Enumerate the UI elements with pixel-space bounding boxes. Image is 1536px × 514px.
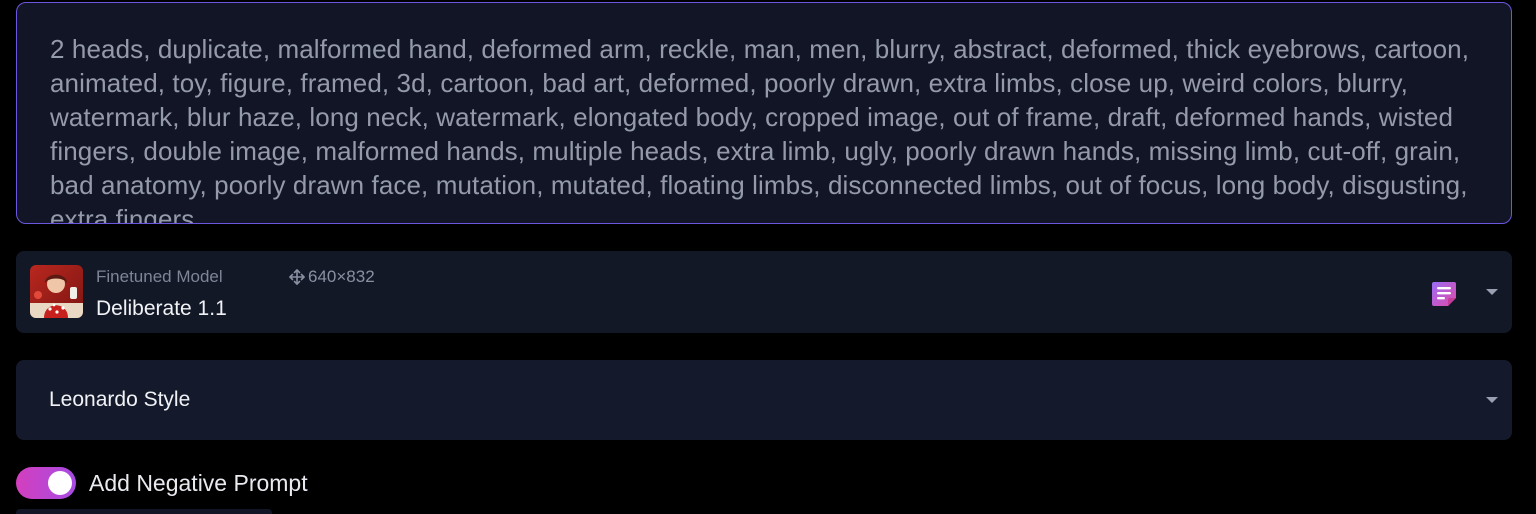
- model-dimensions-text: 640×832: [308, 267, 375, 286]
- generation-settings-panel: 2 heads, duplicate, malformed hand, defo…: [0, 0, 1536, 514]
- next-section-edge: [16, 509, 272, 514]
- style-selector[interactable]: Leonardo Style: [16, 360, 1512, 440]
- model-dimensions: 640×832: [288, 267, 375, 287]
- negative-prompt-text[interactable]: 2 heads, duplicate, malformed hand, defo…: [50, 32, 1490, 223]
- style-selected-label: Leonardo Style: [49, 388, 191, 411]
- model-name: Deliberate 1.1: [96, 297, 227, 320]
- chevron-down-icon[interactable]: [1483, 391, 1501, 409]
- notes-icon[interactable]: [1429, 279, 1459, 309]
- negative-prompt-toggle[interactable]: [16, 467, 76, 499]
- move-arrows-icon: [289, 269, 305, 285]
- model-thumbnail-image: [30, 265, 83, 318]
- negative-prompt-toggle-label[interactable]: Add Negative Prompt: [89, 470, 308, 496]
- model-caption: Finetuned Model: [96, 267, 223, 286]
- model-thumbnail: [30, 265, 83, 318]
- chevron-down-icon[interactable]: [1483, 283, 1501, 301]
- toggle-knob: [48, 471, 72, 495]
- negative-prompt-textarea[interactable]: 2 heads, duplicate, malformed hand, defo…: [16, 2, 1512, 224]
- model-selector[interactable]: Finetuned Model 640×832 Deliberate 1.1: [16, 251, 1512, 333]
